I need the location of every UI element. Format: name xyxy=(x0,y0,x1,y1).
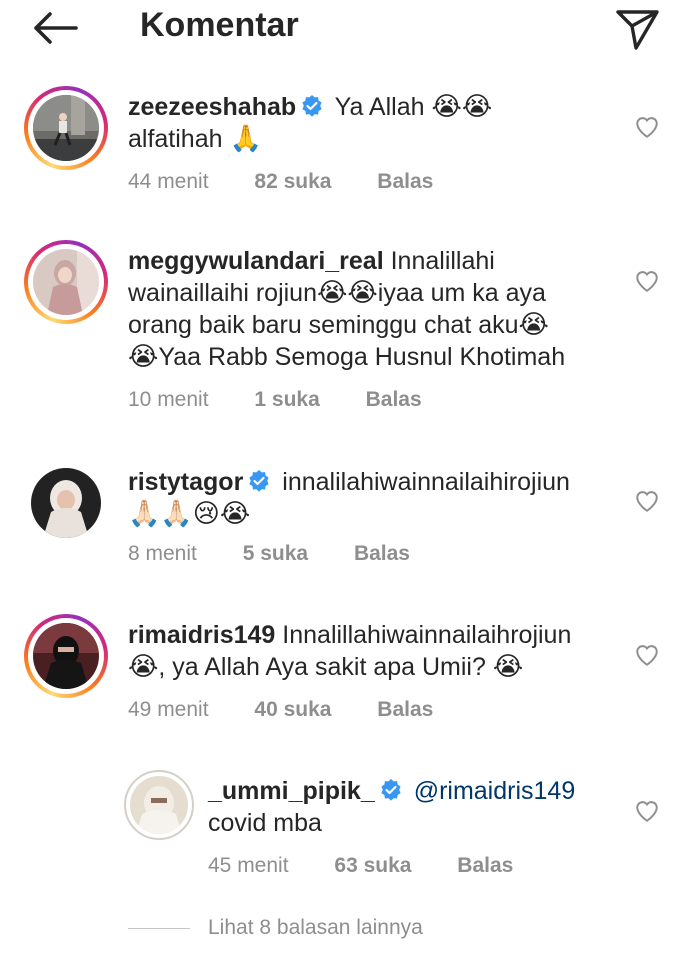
pray-emoji: 🙏 xyxy=(229,124,262,154)
page-title: Komentar xyxy=(140,6,299,44)
comment-body-line2: , ya Allah Aya sakit apa Umii? xyxy=(158,653,486,681)
back-arrow-icon[interactable] xyxy=(30,8,80,48)
comment-body: innalilahiwainnailaihirojiun xyxy=(282,468,570,496)
send-icon[interactable] xyxy=(612,4,662,54)
comment-username[interactable]: zeezeeshahab xyxy=(128,93,296,121)
comment-body-line4: Yaa Rabb Semoga Husnul Khotimah xyxy=(158,343,566,371)
reply-button[interactable]: Balas xyxy=(366,388,422,412)
avatar-image xyxy=(33,623,99,689)
header-bar: Komentar xyxy=(0,0,700,62)
likes-count[interactable]: 63 suka xyxy=(334,854,411,878)
reply-button[interactable]: Balas xyxy=(457,854,513,878)
like-heart-icon[interactable] xyxy=(634,268,660,294)
comment-text: rimaidris149 Innalillahiwainnailaihrojiu… xyxy=(128,619,628,683)
avatar[interactable] xyxy=(124,770,194,840)
comment-time: 44 menit xyxy=(128,170,209,193)
avatar[interactable] xyxy=(24,86,108,170)
avatar[interactable] xyxy=(24,614,108,698)
crying-emoji: 😭😭 xyxy=(317,278,378,308)
comment-text: _ummi_pipik_ @rimaidris149 covid mba xyxy=(208,775,628,839)
comment-meta: 10 menit 1 suka Balas xyxy=(128,388,422,412)
verified-badge-icon xyxy=(300,94,324,118)
reply-button[interactable]: Balas xyxy=(377,698,433,722)
comment-item: rimaidris149 Innalillahiwainnailaihrojiu… xyxy=(0,614,700,734)
comment-body-line3: orang baik baru seminggu chat aku xyxy=(128,311,519,339)
comment-username[interactable]: meggywulandari_real xyxy=(128,247,384,275)
avatar-border xyxy=(28,90,104,166)
like-heart-icon[interactable] xyxy=(634,114,660,140)
likes-count[interactable]: 1 suka xyxy=(254,388,319,412)
comment-body-line2: wainaillaihi rojiun xyxy=(128,279,317,307)
mention-link[interactable]: @rimaidris149 xyxy=(414,777,576,805)
comment-body-line2-rest: iyaa um ka aya xyxy=(377,279,546,307)
avatar-image xyxy=(33,249,99,315)
comment-text: meggywulandari_real Innalillahi wainaill… xyxy=(128,245,628,373)
comment-time: 10 menit xyxy=(128,388,209,411)
comment-time: 45 menit xyxy=(208,854,289,877)
avatar[interactable] xyxy=(31,468,101,538)
view-more-replies-button[interactable]: Lihat 8 balasan lainnya xyxy=(128,916,423,946)
comment-body: covid mba xyxy=(208,809,322,837)
avatar-image xyxy=(130,776,188,834)
comment-item: zeezeeshahab Ya Allah 😭😭 alfatihah 🙏 44 … xyxy=(0,86,700,216)
likes-count[interactable]: 5 suka xyxy=(243,542,308,566)
comment-text: ristytagor innalilahiwainnailaihirojiun … xyxy=(128,466,628,530)
emoji-row: 🙏🏻🙏🏻😢😭 xyxy=(128,499,251,529)
comment-meta: 45 menit 63 suka Balas xyxy=(208,854,513,878)
comment-text: zeezeeshahab Ya Allah 😭😭 alfatihah 🙏 xyxy=(128,91,618,155)
reply-button[interactable]: Balas xyxy=(377,170,433,194)
divider-line xyxy=(128,927,190,929)
crying-emoji: 😭 xyxy=(128,652,159,682)
comment-item: meggywulandari_real Innalillahi wainaill… xyxy=(0,240,700,420)
comment-body: Innalillahiwainnailaihrojiun xyxy=(282,621,572,649)
like-heart-icon[interactable] xyxy=(634,642,660,668)
likes-count[interactable]: 82 suka xyxy=(254,170,331,194)
reply-comment-item: _ummi_pipik_ @rimaidris149 covid mba 45 … xyxy=(0,770,700,890)
comment-time: 8 menit xyxy=(128,542,197,565)
comment-username[interactable]: _ummi_pipik_ xyxy=(208,777,375,805)
likes-count[interactable]: 40 suka xyxy=(254,698,331,722)
comment-username[interactable]: ristytagor xyxy=(128,468,243,496)
verified-badge-icon xyxy=(379,778,403,802)
like-heart-icon[interactable] xyxy=(634,798,660,824)
reply-button[interactable]: Balas xyxy=(354,542,410,566)
view-more-replies-label: Lihat 8 balasan lainnya xyxy=(208,916,423,939)
comment-body: Innalillahi xyxy=(390,247,495,275)
verified-badge-icon xyxy=(247,469,271,493)
comment-meta: 44 menit 82 suka Balas xyxy=(128,170,433,194)
crying-emoji: 😭 xyxy=(492,652,524,682)
crying-emoji: 😭 xyxy=(518,310,549,340)
comment-body: Ya Allah xyxy=(334,93,425,121)
comment-body-line2: alfatihah xyxy=(128,125,223,153)
comment-item: ristytagor innalilahiwainnailaihirojiun … xyxy=(0,466,700,576)
crying-emoji: 😭😭 xyxy=(431,92,493,122)
like-heart-icon[interactable] xyxy=(634,488,660,514)
comment-meta: 49 menit 40 suka Balas xyxy=(128,698,433,722)
avatar-image xyxy=(33,95,99,161)
avatar[interactable] xyxy=(24,240,108,324)
crying-emoji: 😭 xyxy=(128,342,159,372)
comment-username[interactable]: rimaidris149 xyxy=(128,621,275,649)
comment-time: 49 menit xyxy=(128,698,209,721)
avatar-border xyxy=(28,618,104,694)
avatar-border xyxy=(28,244,104,320)
comment-meta: 8 menit 5 suka Balas xyxy=(128,542,410,566)
